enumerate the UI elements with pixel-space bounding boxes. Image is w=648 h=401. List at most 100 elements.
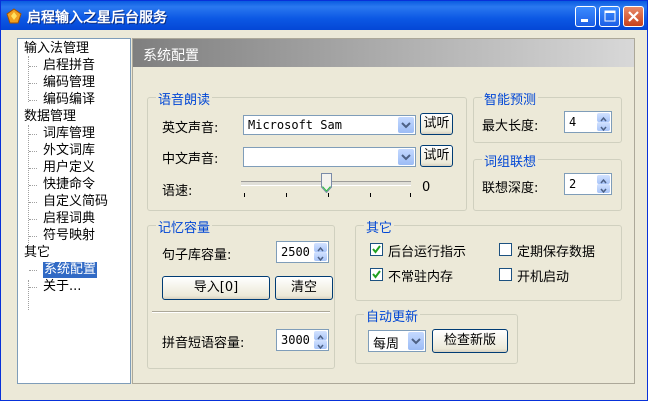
spin-up-button[interactable]	[314, 243, 327, 252]
spin-down-button[interactable]	[314, 340, 327, 350]
slider-tick	[328, 193, 329, 197]
tree-group-input-method[interactable]: 输入法管理	[24, 41, 89, 57]
tree-item-lexicon[interactable]: 词库管理	[43, 126, 95, 142]
tree-item-shortcut[interactable]: 快捷命令	[43, 177, 95, 193]
tree-item-dictionary[interactable]: 启程词典	[43, 211, 95, 227]
startup-launch-label[interactable]: 开机启动	[517, 266, 569, 285]
spinner-buttons	[314, 243, 327, 262]
predict-group: 智能预测 最大长度: 4	[473, 89, 622, 143]
settings-panel: 系统配置 语音朗读 英文声音: Microsoft Sam 试听 中文声音: 试…	[132, 38, 635, 384]
tree-connector	[28, 280, 29, 310]
close-icon	[628, 11, 639, 22]
minimize-icon	[581, 19, 588, 22]
phrase-group-title: 词组联想	[482, 151, 539, 170]
tree-item-symbol-map[interactable]: 符号映射	[43, 228, 95, 244]
tree-item-foreign-lexicon[interactable]: 外文词库	[43, 143, 95, 159]
depth-label: 联想深度:	[482, 181, 539, 196]
chinese-listen-button[interactable]: 试听	[420, 145, 453, 167]
tree-item-code-compile[interactable]: 编码编译	[43, 92, 95, 108]
spin-up-button[interactable]	[597, 113, 610, 122]
spin-up-button[interactable]	[597, 175, 610, 184]
tree-group-data-manage[interactable]: 数据管理	[24, 109, 76, 125]
tree-item-system-config[interactable]: 系统配置	[43, 262, 98, 278]
close-button[interactable]	[623, 6, 644, 27]
speed-slider-thumb[interactable]	[321, 173, 332, 193]
tree-item-code-manage[interactable]: 编码管理	[43, 75, 95, 91]
chinese-voice-select[interactable]	[243, 147, 416, 167]
tree-connector	[29, 151, 37, 152]
startup-launch-checkbox[interactable]	[499, 268, 512, 281]
slider-tick	[410, 193, 411, 197]
tree-connector	[29, 134, 37, 135]
periodic-save-checkbox[interactable]	[499, 243, 512, 256]
chevron-down-icon	[401, 154, 411, 161]
not-resident-label[interactable]: 不常驻内存	[388, 266, 453, 285]
slider-tick	[244, 193, 245, 197]
chevron-down-icon	[411, 338, 421, 345]
arrow-down-icon	[600, 188, 607, 194]
tree-connector	[29, 168, 37, 169]
tree-item-user-define[interactable]: 用户定义	[43, 160, 95, 176]
tree-connector	[29, 287, 37, 288]
depth-spinner[interactable]: 2	[564, 173, 612, 195]
pinyin-capacity-spinner[interactable]: 3000	[276, 329, 329, 351]
other-group-title: 其它	[364, 217, 395, 236]
background-indicator-checkbox[interactable]	[370, 243, 383, 256]
slider-tick	[286, 193, 287, 197]
update-frequency-value: 每周	[373, 337, 400, 352]
client-area: 输入法管理 启程拼音 编码管理 编码编译 数据管理 词库管理 外文词库 用户定义…	[4, 30, 644, 397]
dropdown-arrow[interactable]	[408, 332, 424, 350]
spin-down-button[interactable]	[597, 184, 610, 194]
checkmark-icon	[372, 245, 381, 254]
minimize-button[interactable]	[575, 6, 596, 27]
title-bar[interactable]: 启程输入之星后台服务	[1, 1, 647, 30]
not-resident-checkbox[interactable]	[370, 268, 383, 281]
chevron-down-icon	[401, 122, 411, 129]
spinner-buttons	[314, 331, 327, 350]
chinese-voice-label: 中文声音:	[162, 152, 219, 167]
spinner-buttons	[597, 113, 610, 132]
check-update-button[interactable]: 检查新版	[432, 329, 508, 353]
arrow-down-icon	[317, 344, 324, 350]
maximize-button[interactable]	[599, 6, 620, 27]
periodic-save-label[interactable]: 定期保存数据	[517, 241, 595, 260]
nav-tree[interactable]: 输入法管理 启程拼音 编码管理 编码编译 数据管理 词库管理 外文词库 用户定义…	[17, 38, 131, 384]
spin-up-button[interactable]	[314, 331, 327, 340]
tree-item-custom-abbr[interactable]: 自定义简码	[43, 194, 108, 210]
pinyin-capacity-value: 3000	[281, 333, 310, 347]
sentence-capacity-label: 句子库容量:	[162, 248, 232, 263]
group-divider	[152, 311, 330, 313]
update-frequency-select[interactable]: 每周	[368, 330, 426, 352]
max-length-value: 4	[569, 115, 577, 129]
background-indicator-label[interactable]: 后台运行指示	[388, 241, 466, 260]
phrase-group: 词组联想 联想深度: 2	[473, 151, 622, 211]
tree-item-qicheng-pinyin[interactable]: 启程拼音	[43, 58, 95, 74]
app-icon	[6, 8, 22, 24]
other-group: 其它 后台运行指示 定期保存数据 不常驻内存 开机启动	[355, 217, 622, 301]
pinyin-capacity-label: 拼音短语容量:	[162, 336, 245, 351]
import-button[interactable]: 导入[0]	[162, 276, 270, 300]
tree-item-about[interactable]: 关于...	[43, 279, 81, 295]
dropdown-arrow[interactable]	[398, 117, 414, 133]
speed-label: 语速:	[162, 184, 193, 199]
maximize-icon	[604, 10, 616, 22]
max-length-label: 最大长度:	[482, 119, 539, 134]
spin-down-button[interactable]	[597, 122, 610, 132]
english-listen-button[interactable]: 试听	[420, 113, 453, 135]
spin-down-button[interactable]	[314, 252, 327, 262]
sentence-capacity-spinner[interactable]: 2500	[276, 241, 329, 263]
english-voice-label: 英文声音:	[162, 121, 219, 136]
voice-group-title: 语音朗读	[156, 89, 213, 108]
tree-group-other[interactable]: 其它	[24, 245, 50, 261]
tree-connector	[29, 219, 37, 220]
tree-connector	[29, 66, 37, 67]
speed-value: 0	[422, 180, 431, 195]
spinner-buttons	[597, 175, 610, 194]
max-length-spinner[interactable]: 4	[564, 111, 612, 133]
dropdown-arrow[interactable]	[398, 149, 414, 165]
english-voice-select[interactable]: Microsoft Sam	[243, 115, 416, 135]
memory-group-title: 记忆容量	[156, 217, 213, 236]
arrow-down-icon	[600, 126, 607, 132]
arrow-down-icon	[317, 256, 324, 262]
clear-button[interactable]: 清空	[275, 276, 333, 300]
